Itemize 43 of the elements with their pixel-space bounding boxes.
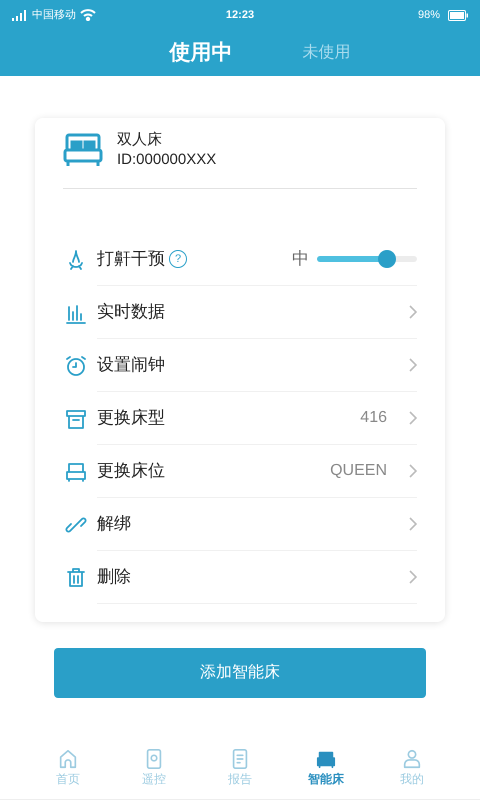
nav-tab[interactable]: 智能床	[306, 748, 346, 799]
settings-row[interactable]: 更换床型 416	[63, 392, 417, 445]
settings-row[interactable]: 打鼾干预 ? 中	[63, 233, 417, 286]
add-bed-button[interactable]: 添加智能床	[54, 648, 426, 698]
row-label: 更换床型	[97, 407, 165, 430]
signal-icon	[12, 10, 28, 20]
row-label: 更换床位	[97, 460, 165, 482]
battery-icon	[448, 10, 468, 20]
alarm-clock-icon	[64, 354, 88, 378]
chevron-right-icon	[409, 411, 417, 425]
row-value: QUEEN	[330, 461, 387, 481]
bed-icon	[63, 132, 103, 168]
row-label: 设置闹钟	[97, 354, 165, 376]
help-icon[interactable]: ?	[169, 250, 187, 268]
settings-row[interactable]: 删除	[63, 551, 417, 604]
chevron-right-icon	[409, 570, 417, 584]
row-label: 打鼾干预	[97, 248, 165, 270]
user-icon	[401, 748, 423, 770]
chevron-right-icon	[409, 305, 417, 319]
chevron-right-icon	[409, 517, 417, 531]
clock-time: 12:23	[226, 8, 254, 23]
row-value: 416	[360, 408, 387, 428]
slider[interactable]	[317, 250, 417, 268]
row-label: 删除	[97, 566, 131, 588]
slider-reading: 中	[292, 248, 309, 270]
chevron-right-icon	[409, 358, 417, 372]
wifi-icon	[80, 9, 96, 21]
device-id: ID:000000XXX	[117, 150, 216, 170]
chevron-right-icon	[409, 464, 417, 478]
settings-row[interactable]: 设置闹钟	[63, 339, 417, 392]
slider-thumb[interactable]	[378, 250, 396, 268]
battery-percent: 98%	[418, 8, 440, 23]
settings-row[interactable]: 更换床位 QUEEN	[63, 445, 417, 498]
trash-icon	[64, 566, 88, 590]
settings-row[interactable]: 实时数据	[63, 286, 417, 339]
device-name: 双人床	[117, 130, 163, 150]
row-label: 解绑	[97, 513, 131, 536]
tab[interactable]: 未使用	[302, 41, 350, 65]
carrier-name: 中国移动	[32, 8, 76, 23]
settings-row[interactable]: 解绑	[63, 498, 417, 551]
row-label: 实时数据	[97, 301, 165, 324]
home-icon	[57, 748, 79, 770]
tab[interactable]: 使用中	[170, 37, 232, 69]
